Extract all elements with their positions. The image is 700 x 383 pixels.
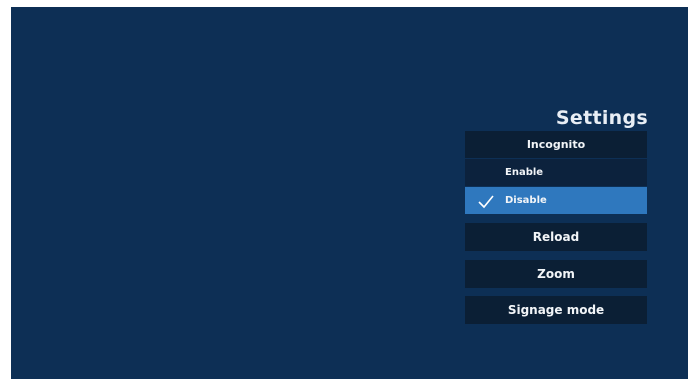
- incognito-option-enable[interactable]: Enable: [465, 159, 647, 186]
- signage-mode-button[interactable]: Signage mode: [465, 296, 647, 324]
- page-title: Settings: [555, 107, 648, 129]
- option-label-enable: Enable: [505, 167, 544, 178]
- reload-button[interactable]: Reload: [465, 223, 647, 251]
- incognito-option-disable[interactable]: Disable: [465, 187, 647, 214]
- settings-screen: Settings Incognito Enable Disable Reload…: [11, 7, 688, 379]
- zoom-button[interactable]: Zoom: [465, 260, 647, 288]
- incognito-header[interactable]: Incognito: [465, 131, 647, 158]
- checkmark-icon: [478, 193, 494, 209]
- option-label-disable: Disable: [505, 195, 547, 206]
